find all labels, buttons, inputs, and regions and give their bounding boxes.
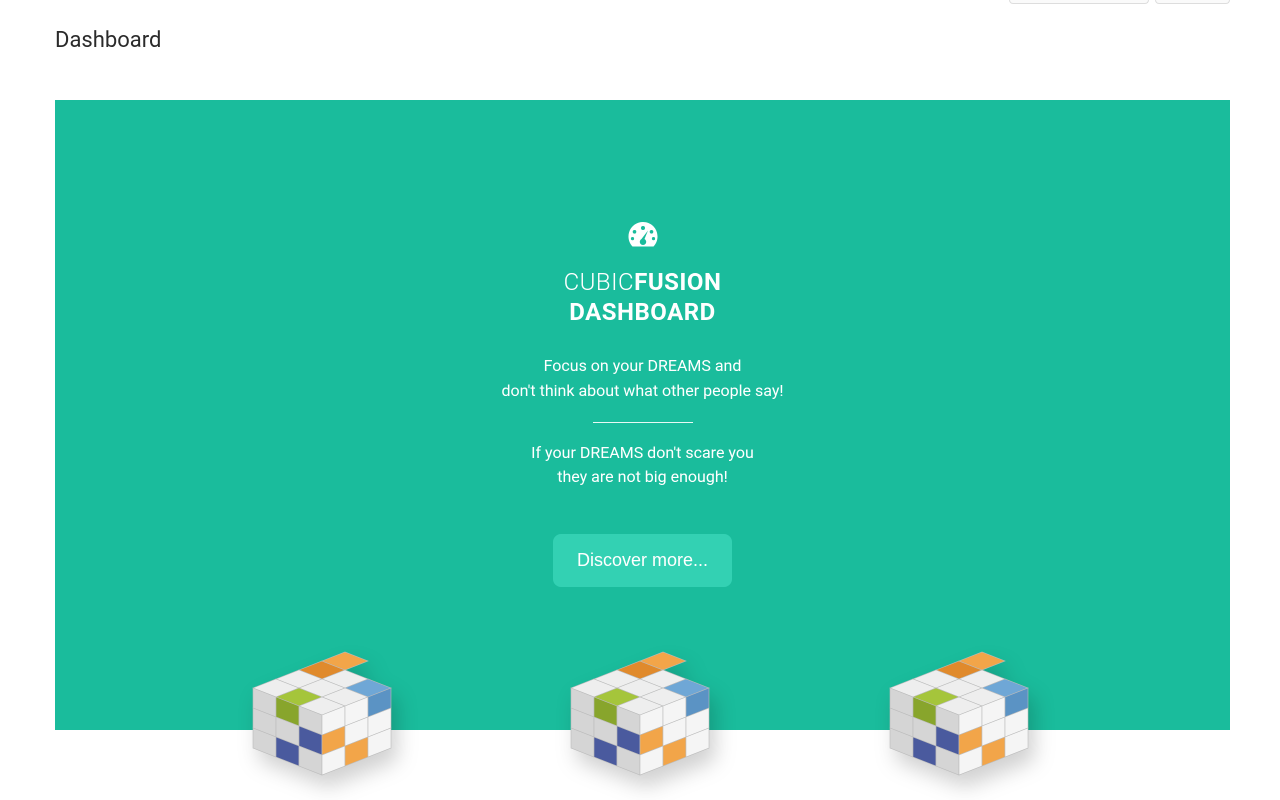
brand-thin-text: CUBIC [564,268,635,296]
hero-content: CUBICFUSION DASHBOARD Focus on your DREA… [55,100,1230,587]
quote2-line1: If your DREAMS don't scare you [55,441,1230,466]
discover-more-button[interactable]: Discover more... [553,534,732,587]
quote-block-2: If your DREAMS don't scare you they are … [55,441,1230,491]
quote1-line1: Focus on your DREAMS and [55,354,1230,379]
top-button-group [1009,0,1230,4]
cubes-row [55,638,1230,788]
hero-panel: CUBICFUSION DASHBOARD Focus on your DREA… [55,100,1230,730]
dashboard-gauge-icon [626,220,660,254]
divider [593,422,693,423]
quote2-line2: they are not big enough! [55,465,1230,490]
quote-block-1: Focus on your DREAMS and don't think abo… [55,354,1230,404]
cube-illustration [249,638,399,788]
quote1-line2: don't think about what other people say! [55,379,1230,404]
page-title: Dashboard [55,28,161,53]
brand-title: CUBICFUSION [55,268,1230,296]
cube-illustration [567,638,717,788]
top-button-2[interactable] [1155,0,1230,4]
brand-bold-text: FUSION [634,268,721,296]
cube-illustration [886,638,1036,788]
top-button-1[interactable] [1009,0,1149,4]
brand-subtitle: DASHBOARD [55,298,1230,326]
